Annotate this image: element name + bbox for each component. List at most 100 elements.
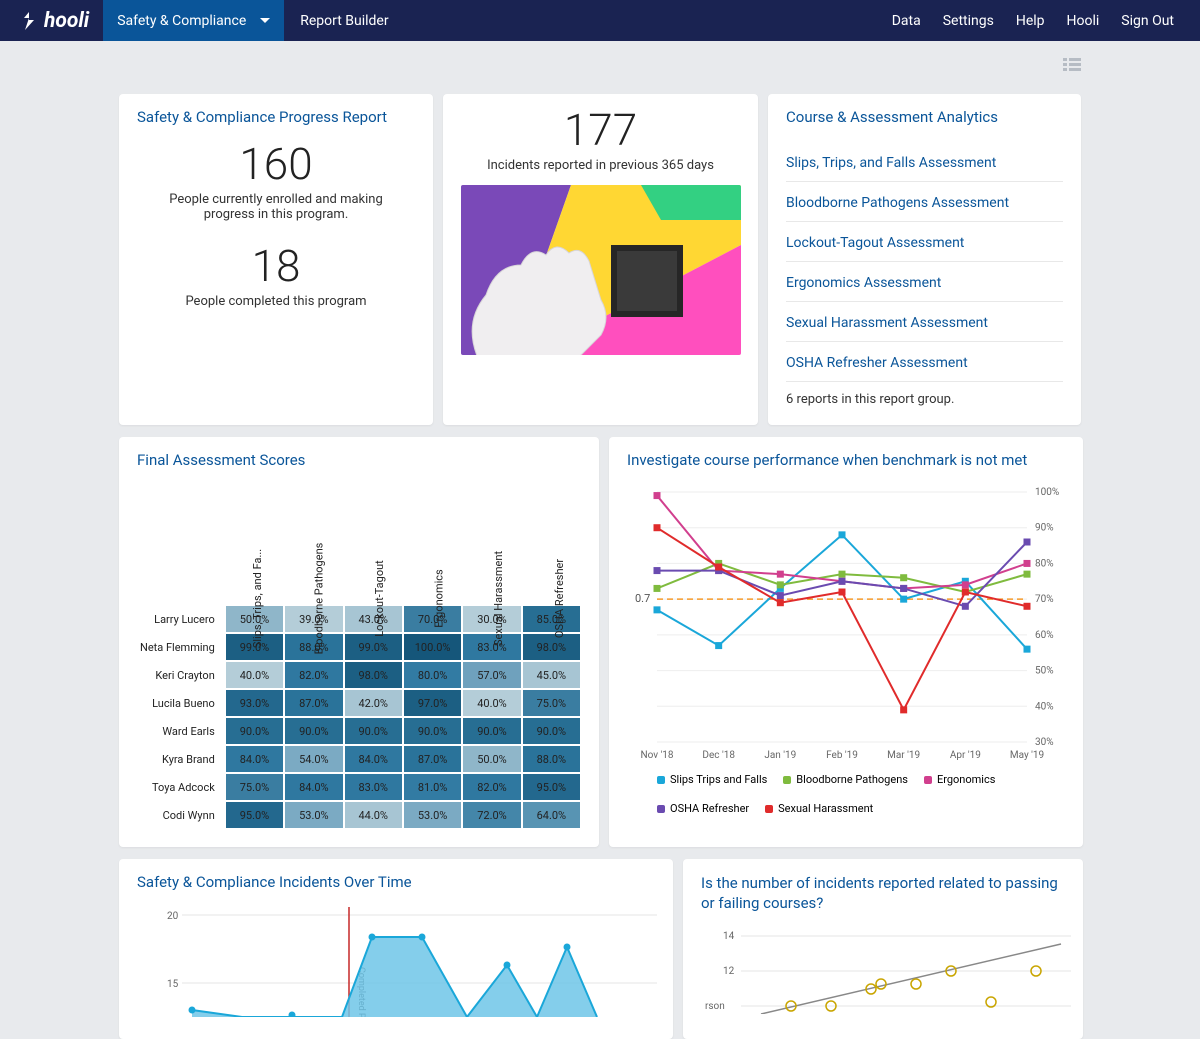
heatmap-cell[interactable]: 90.0% [284, 717, 343, 745]
heatmap-cell[interactable]: 90.0% [462, 717, 521, 745]
svg-text:100%: 100% [1035, 487, 1059, 498]
svg-text:Nov '18: Nov '18 [640, 750, 673, 761]
enrolled-label: People currently enrolled and making pro… [137, 192, 415, 222]
heatmap-cell[interactable]: 81.0% [403, 773, 462, 801]
heatmap-cell[interactable]: 99.0% [344, 633, 403, 661]
heatmap-cell[interactable]: 54.0% [284, 745, 343, 773]
nav-settings[interactable]: Settings [943, 13, 994, 29]
heatmap-cell[interactable]: 98.0% [344, 661, 403, 689]
heatmap-cell[interactable]: 97.0% [403, 689, 462, 717]
heatmap-row: Lucila Bueno93.0%87.0%42.0%97.0%40.0%75.… [137, 689, 581, 717]
legend-item[interactable]: Slips Trips and Falls [657, 773, 767, 786]
heatmap-cell[interactable]: 90.0% [403, 717, 462, 745]
legend-item[interactable]: Sexual Harassment [765, 802, 873, 815]
heatmap-row: Keri Crayton40.0%82.0%98.0%80.0%57.0%45.… [137, 661, 581, 689]
legend-item[interactable]: OSHA Refresher [657, 802, 749, 815]
heatmap-row: Toya Adcock75.0%84.0%83.0%81.0%82.0%95.0… [137, 773, 581, 801]
heatmap-cell[interactable]: 84.0% [344, 745, 403, 773]
analytics-link[interactable]: OSHA Refresher Assessment [786, 355, 968, 371]
overtime-card: Safety & Compliance Incidents Over Time … [119, 859, 673, 1039]
analytics-link[interactable]: Sexual Harassment Assessment [786, 315, 988, 331]
heatmap-cell[interactable]: 44.0% [344, 801, 403, 829]
heatmap-row-label: Ward Earls [137, 725, 225, 738]
nav-links: Data Settings Help Hooli Sign Out [892, 13, 1200, 29]
heatmap-row: Neta Flemming99.0%88.0%99.0%100.0%83.0%9… [137, 633, 581, 661]
scores-title: Final Assessment Scores [137, 451, 581, 469]
heatmap-cell[interactable]: 87.0% [403, 745, 462, 773]
heatmap-cell[interactable]: 40.0% [225, 661, 284, 689]
list-view-icon[interactable] [1063, 58, 1081, 74]
heatmap-cell[interactable]: 93.0% [225, 689, 284, 717]
benchmark-legend: Slips Trips and Falls Bloodborne Pathogen… [627, 773, 1065, 815]
heatmap-cell[interactable]: 88.0% [522, 745, 581, 773]
svg-text:Dec '18: Dec '18 [702, 750, 735, 761]
heatmap-cell[interactable]: 64.0% [522, 801, 581, 829]
heatmap-cell[interactable]: 87.0% [284, 689, 343, 717]
analytics-footer: 6 reports in this report group. [786, 392, 1063, 407]
heatmap-cell[interactable]: 75.0% [225, 773, 284, 801]
svg-text:50%: 50% [1035, 666, 1054, 677]
report-builder-link[interactable]: Report Builder [284, 13, 404, 29]
analytics-link[interactable]: Slips, Trips, and Falls Assessment [786, 155, 996, 171]
logo-icon [18, 10, 40, 32]
heatmap-cell[interactable]: 40.0% [462, 689, 521, 717]
svg-text:0.7: 0.7 [635, 592, 650, 605]
progress-card: Safety & Compliance Progress Report 160 … [119, 94, 433, 425]
heatmap-cell[interactable]: 98.0% [522, 633, 581, 661]
heatmap-cell[interactable]: 90.0% [225, 717, 284, 745]
benchmark-chart: 100%90%80%70%60%50%40%30%0.7Nov '18Dec '… [627, 487, 1071, 767]
svg-text:90%: 90% [1035, 523, 1054, 534]
nav-data[interactable]: Data [892, 13, 921, 29]
nav-signout[interactable]: Sign Out [1121, 13, 1174, 29]
overtime-title: Safety & Compliance Incidents Over Time [137, 873, 655, 891]
incidents-label: Incidents reported in previous 365 days [461, 158, 740, 173]
progress-title: Safety & Compliance Progress Report [137, 108, 415, 126]
brand-logo[interactable]: hooli [0, 9, 103, 33]
analytics-link[interactable]: Lockout-Tagout Assessment [786, 235, 964, 251]
heatmap-row-label: Toya Adcock [137, 781, 225, 794]
module-dropdown[interactable]: Safety & Compliance [103, 0, 284, 41]
legend-item[interactable]: Bloodborne Pathogens [783, 773, 908, 786]
heatmap-cell[interactable]: 90.0% [522, 717, 581, 745]
analytics-title: Course & Assessment Analytics [786, 108, 1063, 126]
analytics-link[interactable]: Ergonomics Assessment [786, 275, 941, 291]
heatmap-cell[interactable]: 85.0% [522, 605, 581, 633]
heatmap-cell[interactable]: 75.0% [522, 689, 581, 717]
legend-item[interactable]: Ergonomics [924, 773, 995, 786]
heatmap-cell[interactable]: 82.0% [284, 661, 343, 689]
scores-heatmap: Slips, Trips, and Fa...Bloodborne Pathog… [137, 485, 581, 829]
heatmap-cell[interactable]: 95.0% [225, 801, 284, 829]
heatmap-cell[interactable]: 84.0% [284, 773, 343, 801]
heatmap-cell[interactable]: 82.0% [462, 773, 521, 801]
analytics-list: Slips, Trips, and Falls Assessment Blood… [786, 142, 1063, 382]
heatmap-cell[interactable]: 83.0% [344, 773, 403, 801]
heatmap-cell[interactable]: 84.0% [225, 745, 284, 773]
heatmap-cell[interactable]: 57.0% [462, 661, 521, 689]
analytics-link[interactable]: Bloodborne Pathogens Assessment [786, 195, 1009, 211]
nav-hooli[interactable]: Hooli [1067, 13, 1100, 29]
scatter-chart: 14 12 rson [701, 924, 1071, 1014]
benchmark-card: Investigate course performance when benc… [609, 437, 1083, 847]
svg-text:12: 12 [723, 966, 735, 977]
nav-help[interactable]: Help [1016, 13, 1045, 29]
heatmap-cell[interactable]: 72.0% [462, 801, 521, 829]
heatmap-cell[interactable]: 95.0% [522, 773, 581, 801]
heatmap-row: Kyra Brand84.0%54.0%84.0%87.0%50.0%88.0% [137, 745, 581, 773]
heatmap-cell[interactable]: 90.0% [344, 717, 403, 745]
heatmap-cell[interactable]: 45.0% [522, 661, 581, 689]
scatter-card: Is the number of incidents reported rela… [683, 859, 1083, 1039]
heatmap-cell[interactable]: 50.0% [462, 745, 521, 773]
scores-card: Final Assessment Scores Slips, Trips, an… [119, 437, 599, 847]
heatmap-cell[interactable]: 53.0% [403, 801, 462, 829]
heatmap-cell[interactable]: 42.0% [344, 689, 403, 717]
top-nav: hooli Safety & Compliance Report Builder… [0, 0, 1200, 41]
heatmap-cell[interactable]: 80.0% [403, 661, 462, 689]
svg-text:Jan '19: Jan '19 [764, 750, 796, 761]
overtime-chart: 20 15 Completed Program [137, 907, 657, 1017]
incidents-card: 177 Incidents reported in previous 365 d… [443, 94, 758, 425]
svg-text:60%: 60% [1035, 630, 1054, 641]
heatmap-row-label: Kyra Brand [137, 753, 225, 766]
heatmap-cell[interactable]: 53.0% [284, 801, 343, 829]
svg-text:70%: 70% [1035, 594, 1054, 605]
heatmap-cell[interactable]: 100.0% [403, 633, 462, 661]
